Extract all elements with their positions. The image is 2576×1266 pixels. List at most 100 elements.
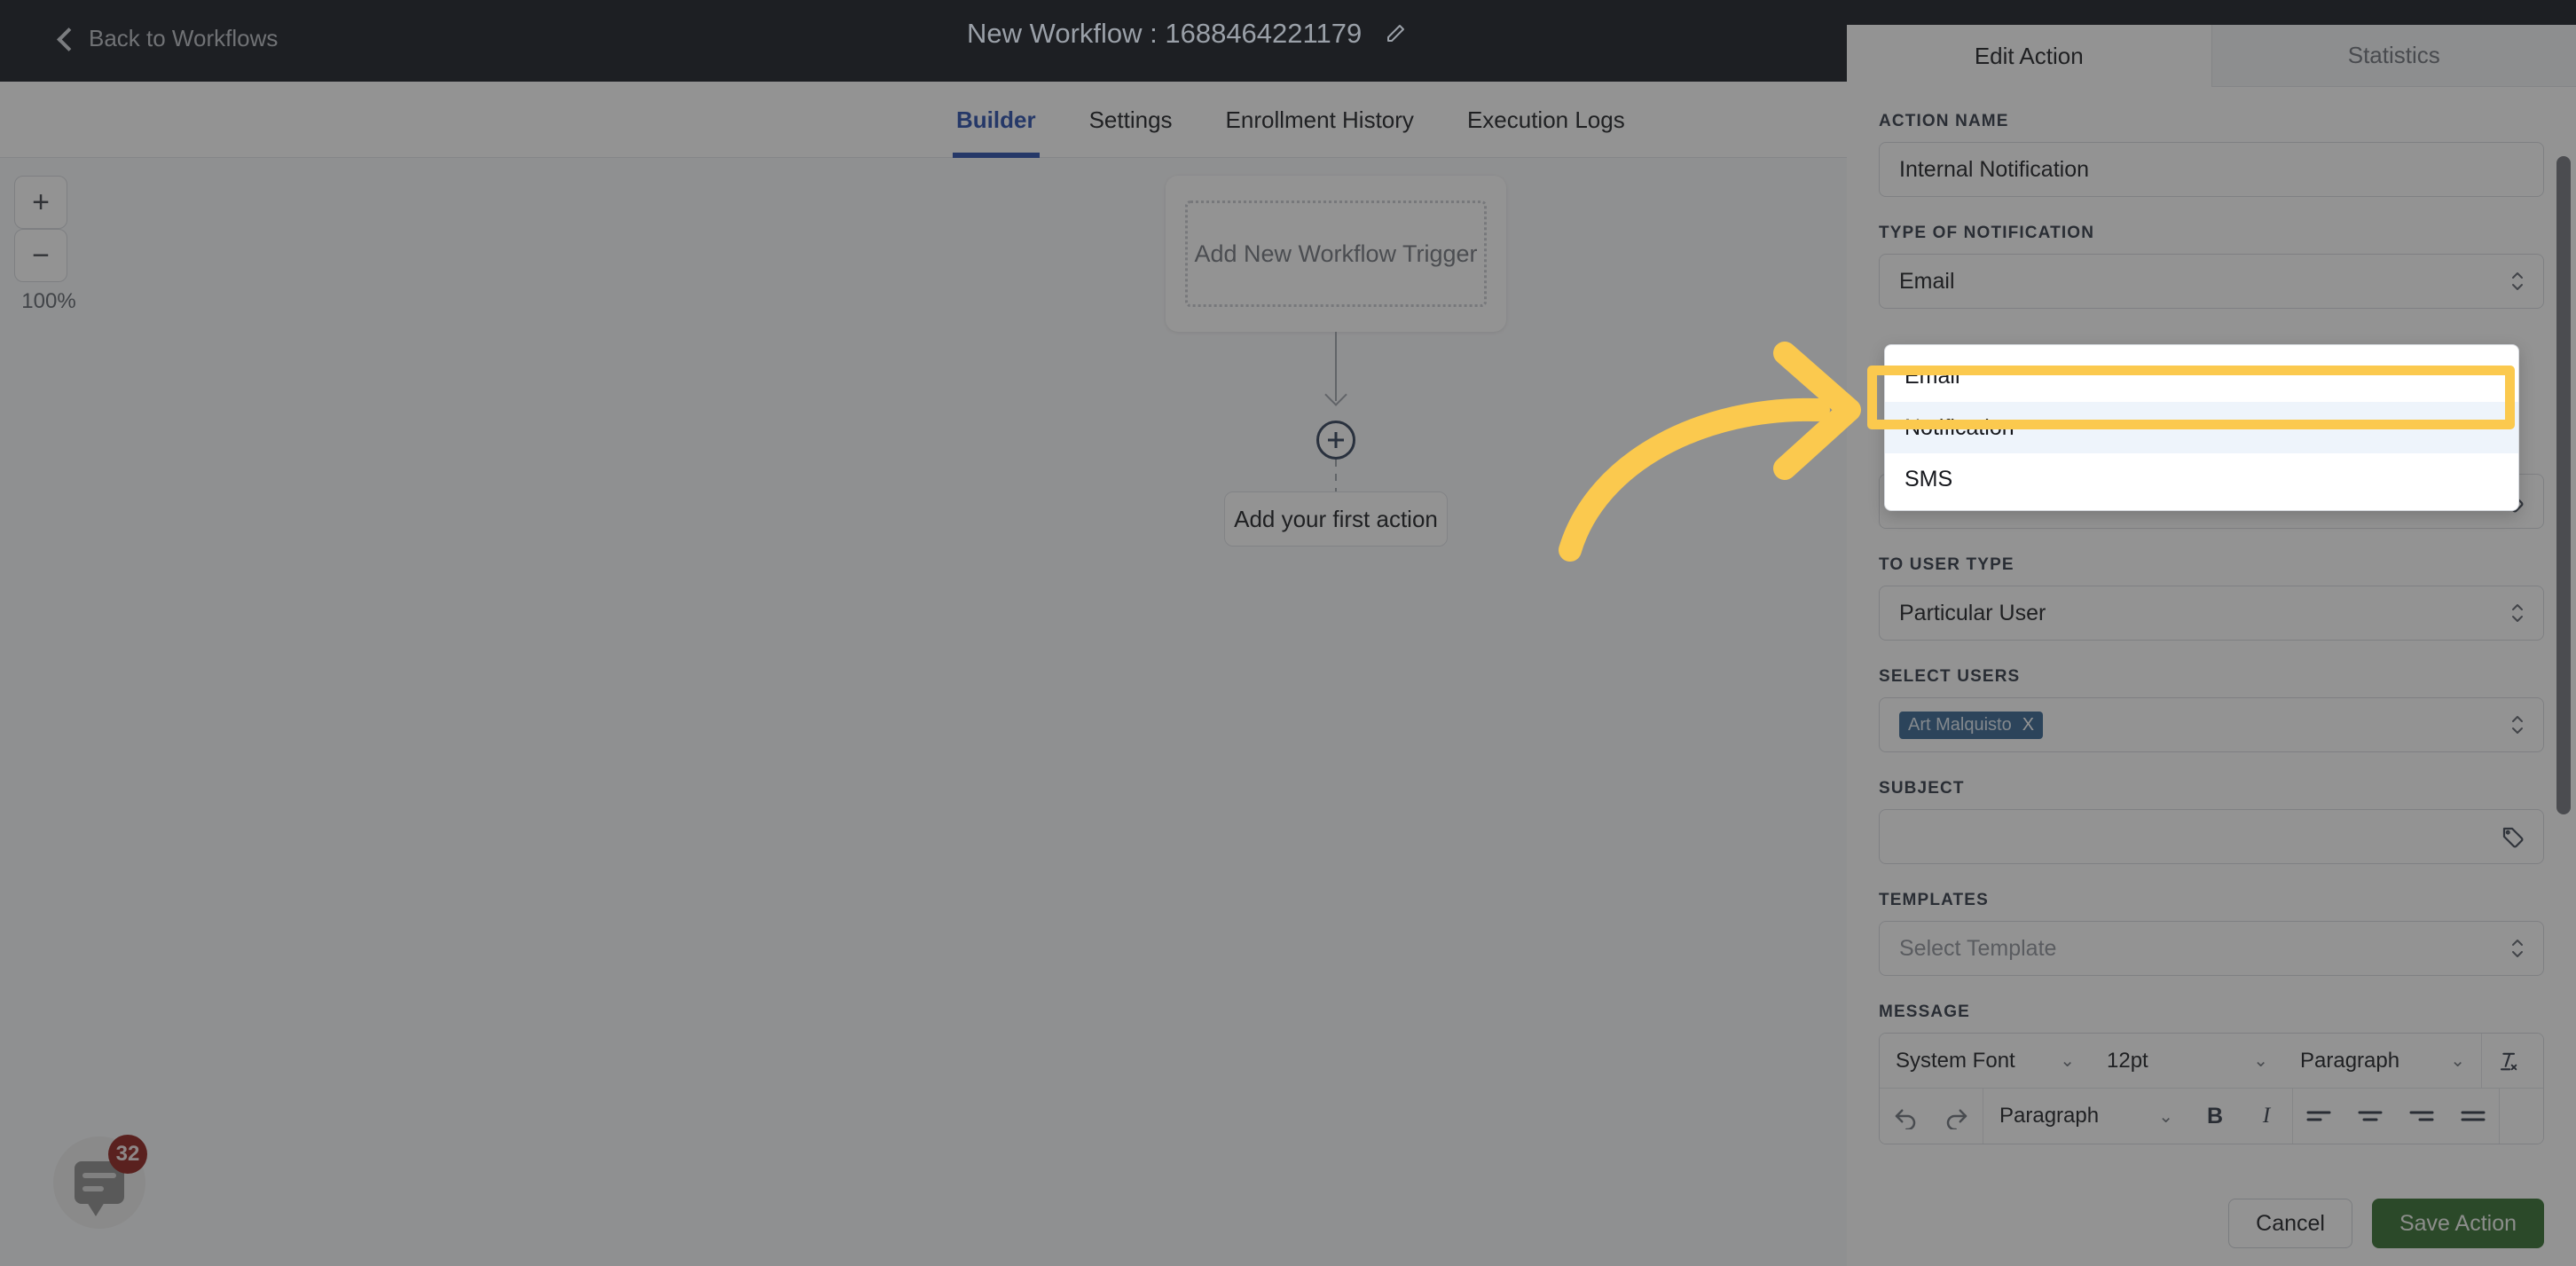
bold-label: B (2206, 1103, 2224, 1128)
type-of-notification-value: Email (1899, 268, 1955, 294)
editor-toolbar-row-2: Paragraph ⌄ B I (1880, 1089, 2543, 1144)
tab-execution-logs-label: Execution Logs (1466, 106, 1625, 133)
panel-scrollbar-thumb[interactable] (2556, 156, 2571, 814)
editor-block-format-select[interactable]: Paragraph ⌄ (2284, 1034, 2481, 1088)
chevron-updown-icon (2509, 598, 2525, 628)
message-label: MESSAGE (1879, 1003, 1970, 1021)
panel-footer: Cancel Save Action (1847, 1181, 2576, 1266)
templates-select[interactable]: Select Template (1879, 921, 2544, 976)
panel-scrollbar[interactable] (2556, 149, 2571, 1096)
pencil-icon[interactable] (1385, 23, 1406, 44)
align-center-icon[interactable] (2344, 1089, 2396, 1144)
chevron-updown-icon (2509, 266, 2525, 296)
editor-font-size-value: 12pt (2107, 1048, 2148, 1073)
select-users-input[interactable]: Art Malquisto X (1879, 697, 2544, 752)
panel-tab-edit-action[interactable]: Edit Action (1847, 25, 2211, 87)
field-subject: SUBJECT (1879, 779, 2544, 864)
add-workflow-trigger-label: Add New Workflow Trigger (1185, 201, 1487, 307)
to-user-type-value: Particular User (1899, 600, 2046, 625)
tab-settings-label: Settings (1088, 106, 1173, 133)
editor-toolbar-row-1: System Font ⌄ 12pt ⌄ Paragraph ⌄ (1880, 1034, 2543, 1089)
bold-button[interactable]: B (2189, 1089, 2241, 1144)
chevron-down-icon: ⌄ (2253, 1051, 2268, 1071)
trigger-connector (1166, 332, 1506, 421)
chevron-updown-icon (2509, 710, 2525, 740)
editor-font-size-select[interactable]: 12pt ⌄ (2091, 1034, 2284, 1088)
chevron-down-icon: ⌄ (2158, 1106, 2173, 1127)
field-select-users: SELECT USERS Art Malquisto X (1879, 667, 2544, 752)
subject-input[interactable] (1879, 809, 2544, 864)
workflow-flow: Add New Workflow Trigger Add your first … (1150, 176, 1522, 547)
field-type-of-notification: TYPE OF NOTIFICATION Email (1879, 224, 2544, 309)
panel-tab-statistics[interactable]: Statistics (2211, 25, 2576, 87)
editor-paragraph-select[interactable]: Paragraph ⌄ (1983, 1089, 2189, 1144)
back-to-workflows-label: Back to Workflows (89, 25, 279, 51)
clear-formatting-icon[interactable] (2482, 1034, 2533, 1089)
dashed-connector (1335, 460, 1337, 491)
tab-builder-label: Builder (956, 106, 1036, 133)
align-left-icon[interactable] (2293, 1089, 2344, 1144)
editor-font-family-select[interactable]: System Font ⌄ (1880, 1034, 2091, 1088)
redo-icon[interactable] (1931, 1089, 1983, 1144)
panel-tabs: Edit Action Statistics (1847, 25, 2576, 87)
connector-arrowhead-icon (1324, 383, 1347, 406)
curved-arrow-right-icon (1559, 342, 1861, 562)
to-user-type-label: TO USER TYPE (1879, 555, 2014, 574)
workflow-title-group: New Workflow : 1688464221179 (967, 18, 1406, 50)
panel-tab-edit-action-label: Edit Action (1974, 42, 2084, 69)
zoom-out-label: − (32, 239, 50, 272)
tab-builder[interactable]: Builder (930, 82, 1063, 158)
action-name-input[interactable]: Internal Notification (1879, 142, 2544, 197)
add-first-action-label: Add your first action (1234, 505, 1438, 532)
edit-action-form: ACTION NAME Internal Notification TYPE O… (1847, 87, 2576, 1181)
undo-icon[interactable] (1880, 1089, 1931, 1144)
add-first-action-button[interactable]: Add your first action (1224, 491, 1448, 547)
editor-paragraph-value: Paragraph (1999, 1104, 2100, 1128)
tab-execution-logs[interactable]: Execution Logs (1441, 82, 1652, 158)
align-right-icon[interactable] (2396, 1089, 2447, 1144)
save-action-button[interactable]: Save Action (2371, 1199, 2544, 1248)
zoom-in-label: + (32, 185, 50, 219)
italic-label: I (2262, 1104, 2271, 1128)
type-of-notification-label: TYPE OF NOTIFICATION (1879, 224, 2095, 242)
cancel-button-label: Cancel (2256, 1210, 2325, 1236)
italic-button[interactable]: I (2241, 1089, 2292, 1144)
zoom-out-button[interactable]: − (14, 229, 67, 282)
workflow-trigger-card[interactable]: Add New Workflow Trigger (1166, 176, 1506, 332)
chat-unread-badge: 32 (108, 1135, 147, 1174)
dropdown-option-sms[interactable]: SMS (1885, 453, 2518, 505)
remove-user-chip-icon[interactable]: X (2022, 715, 2034, 735)
zoom-controls: + − 100% (14, 176, 83, 314)
chevron-down-icon: ⌄ (2060, 1051, 2075, 1071)
select-users-label: SELECT USERS (1879, 667, 2021, 686)
cancel-button[interactable]: Cancel (2228, 1199, 2352, 1248)
save-action-button-label: Save Action (2399, 1210, 2517, 1236)
workflow-title: New Workflow : 1688464221179 (967, 18, 1363, 49)
field-action-name: ACTION NAME Internal Notification (1879, 112, 2544, 197)
message-rich-editor[interactable]: System Font ⌄ 12pt ⌄ Paragraph ⌄ Paragra… (1879, 1033, 2544, 1144)
templates-label: TEMPLATES (1879, 891, 1989, 909)
tab-enrollment-history[interactable]: Enrollment History (1199, 82, 1441, 158)
align-justify-icon[interactable] (2447, 1089, 2499, 1144)
back-to-workflows-button[interactable]: Back to Workflows (55, 25, 278, 52)
field-templates: TEMPLATES Select Template (1879, 891, 2544, 976)
zoom-level-label: 100% (21, 289, 76, 313)
workflow-canvas[interactable]: + − 100% Add New Workflow Trigger Add yo… (0, 158, 1847, 1266)
tab-settings[interactable]: Settings (1063, 82, 1199, 158)
chat-widget[interactable]: 32 (53, 1135, 147, 1229)
edit-action-panel: Edit Action Statistics ACTION NAME Inter… (1847, 25, 2576, 1266)
tag-icon[interactable] (2499, 823, 2525, 850)
tab-enrollment-history-label: Enrollment History (1225, 106, 1414, 133)
zoom-in-button[interactable]: + (14, 176, 67, 229)
action-name-label: ACTION NAME (1879, 112, 2009, 130)
workflow-tabs: Builder Settings Enrollment History Exec… (930, 82, 1652, 158)
app-top-bar: Back to Workflows (0, 0, 1847, 82)
editor-block-format-value: Paragraph (2300, 1048, 2400, 1073)
type-of-notification-select[interactable]: Email (1879, 254, 2544, 309)
plus-circle-icon[interactable] (1316, 421, 1355, 460)
to-user-type-select[interactable]: Particular User (1879, 586, 2544, 641)
field-to-user-type: TO USER TYPE Particular User (1879, 555, 2544, 641)
templates-placeholder: Select Template (1899, 935, 2057, 961)
field-message: MESSAGE System Font ⌄ 12pt ⌄ Paragraph ⌄… (1879, 1003, 2544, 1144)
selected-user-chip[interactable]: Art Malquisto X (1899, 711, 2044, 739)
